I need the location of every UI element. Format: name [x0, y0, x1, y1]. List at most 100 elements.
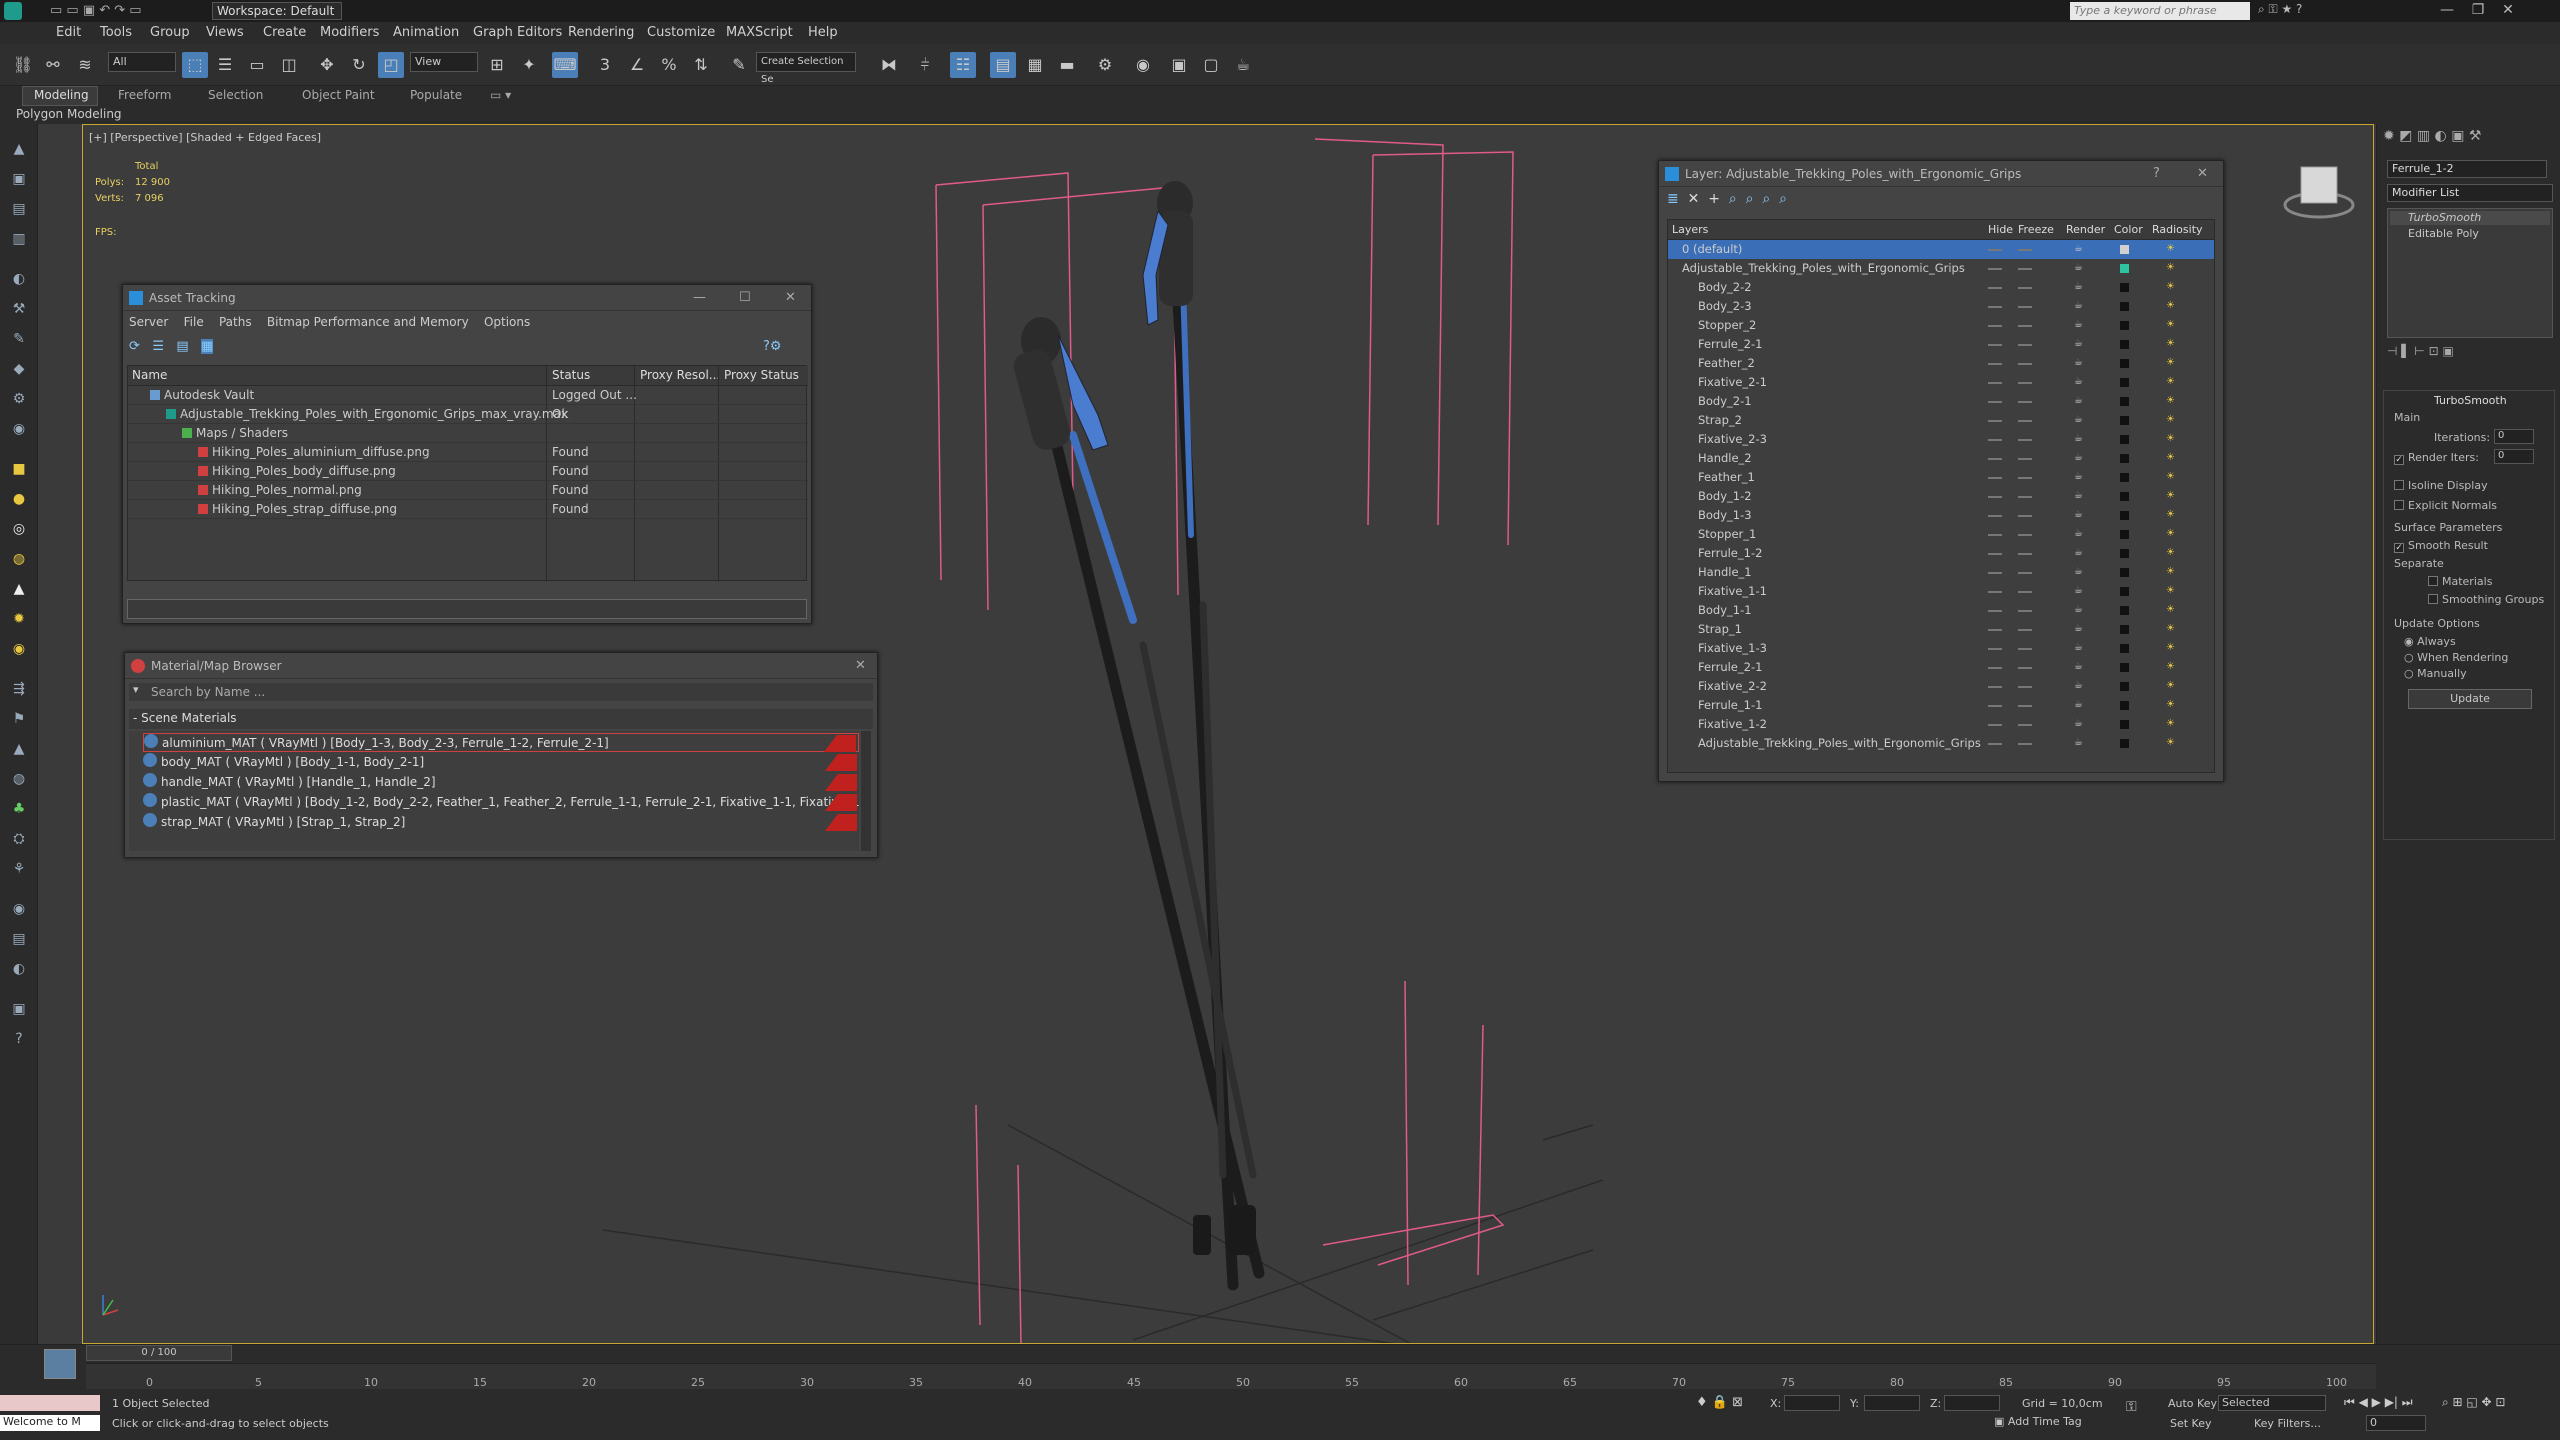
radiosity-icon[interactable]: ☀: [2166, 319, 2178, 331]
named-selection-dropdown[interactable]: Create Selection Se: [756, 52, 856, 85]
render-teapot-icon[interactable]: ☕: [2074, 414, 2086, 426]
smoothing-groups-checkbox[interactable]: Smoothing Groups: [2428, 593, 2544, 606]
menu-tools[interactable]: Tools: [100, 25, 132, 40]
align-icon[interactable]: ⫩: [912, 52, 938, 78]
render-teapot-icon[interactable]: ☕: [2074, 699, 2086, 711]
viewport-label[interactable]: [+] [Perspective] [Shaded + Edged Faces]: [89, 131, 321, 144]
toggle-dash[interactable]: [2018, 686, 2032, 688]
layer-row[interactable]: Handle_2 ☕ ☀: [1668, 449, 2214, 468]
col-layers[interactable]: Layers: [1672, 223, 1709, 236]
layer-color-swatch[interactable]: [2120, 264, 2129, 273]
menu-rendering[interactable]: Rendering: [568, 25, 634, 40]
tool-7-icon[interactable]: ▲: [8, 738, 30, 760]
display-icon[interactable]: ◐: [8, 268, 30, 290]
radiosity-icon[interactable]: ☀: [2166, 604, 2178, 616]
scene-explorer-icon[interactable]: ☷: [950, 52, 976, 78]
toggle-dash[interactable]: [1988, 534, 2002, 536]
render-teapot-icon[interactable]: ☕: [2074, 376, 2086, 388]
toggle-dash[interactable]: [2018, 553, 2032, 555]
menu-server[interactable]: Server: [129, 315, 168, 329]
x-coordinate-field[interactable]: [1784, 1395, 1840, 1411]
tool-10-icon[interactable]: ⛭: [8, 828, 30, 850]
key-mode-dropdown[interactable]: Selected: [2218, 1395, 2326, 1411]
radiosity-icon[interactable]: ☀: [2166, 262, 2178, 274]
toggle-dash[interactable]: [1988, 382, 2002, 384]
help-icons[interactable]: ?⚙: [763, 339, 782, 354]
toggle-dash[interactable]: [2018, 439, 2032, 441]
auto-key-button[interactable]: Auto Key: [2168, 1397, 2217, 1410]
mini-curve-editor-button[interactable]: [44, 1349, 76, 1379]
layer-explorer-icon[interactable]: ▤: [990, 52, 1016, 78]
unlink-icon[interactable]: ⚯: [40, 52, 66, 78]
render-teapot-icon[interactable]: ☕: [2074, 433, 2086, 445]
layer-color-swatch[interactable]: [2120, 245, 2129, 254]
window-crossing-icon[interactable]: ◫: [276, 52, 302, 78]
layer-color-swatch[interactable]: [2120, 720, 2129, 729]
toggle-dash[interactable]: [2018, 420, 2032, 422]
render-teapot-icon[interactable]: ☕: [2074, 262, 2086, 274]
radiosity-icon[interactable]: ☀: [2166, 433, 2178, 445]
render-teapot-icon[interactable]: ☕: [2074, 604, 2086, 616]
playback-controls[interactable]: ⏮ ◀ ▶ ▶| ⏭: [2344, 1395, 2413, 1410]
toggle-dash[interactable]: [1988, 705, 2002, 707]
layer-color-swatch[interactable]: [2120, 397, 2129, 406]
render-teapot-icon[interactable]: ☕: [2074, 300, 2086, 312]
tab-object-paint[interactable]: Object Paint: [302, 88, 375, 102]
toggle-dash[interactable]: [2018, 705, 2032, 707]
asset-tracking-titlebar[interactable]: Asset Tracking — ☐ ✕: [123, 285, 811, 311]
tool-6-icon[interactable]: ⚑: [8, 708, 30, 730]
layer-row[interactable]: Fixative_1-2 ☕ ☀: [1668, 715, 2214, 734]
layer-row[interactable]: Ferrule_2-1 ☕ ☀: [1668, 658, 2214, 677]
layer-color-swatch[interactable]: [2120, 340, 2129, 349]
table-row[interactable]: Autodesk Vault Logged Out ...: [128, 386, 808, 405]
layer-color-swatch[interactable]: [2120, 511, 2129, 520]
tool-9-icon[interactable]: ♣: [8, 798, 30, 820]
toggle-dash[interactable]: [2018, 268, 2032, 270]
layer-color-swatch[interactable]: [2120, 568, 2129, 577]
render-teapot-icon[interactable]: ☕: [2074, 338, 2086, 350]
list-item[interactable]: plastic_MAT ( VRayMtl ) [Body_1-2, Body_…: [143, 793, 859, 812]
radiosity-icon[interactable]: ☀: [2166, 699, 2178, 711]
edit-named-selection-icon[interactable]: ✎: [726, 52, 752, 78]
toggle-dash[interactable]: [2018, 629, 2032, 631]
layer-tool-4-icon[interactable]: ⌕: [1762, 191, 1770, 207]
layer-color-swatch[interactable]: [2120, 663, 2129, 672]
layer-row[interactable]: Strap_1 ☕ ☀: [1668, 620, 2214, 639]
track-bar[interactable]: 0 5 10 15 20 25 30 35 40 45 50 55 60 65 70 75 80 85 90 95 10…: [86, 1363, 2376, 1389]
time-slider[interactable]: 0 / 100: [86, 1345, 232, 1361]
spinner-snap-icon[interactable]: ⇅: [688, 52, 714, 78]
torus-icon[interactable]: ◍: [8, 548, 30, 570]
toggle-dash[interactable]: [1988, 401, 2002, 403]
layer-color-swatch[interactable]: [2120, 625, 2129, 634]
menu-animation[interactable]: Animation: [393, 25, 459, 40]
toggle-dash[interactable]: [2018, 401, 2032, 403]
radiosity-icon[interactable]: ☀: [2166, 281, 2178, 293]
light-icon[interactable]: ✹: [8, 608, 30, 630]
render-teapot-icon[interactable]: ☕: [2074, 566, 2086, 578]
key-filters-button[interactable]: Key Filters...: [2254, 1417, 2321, 1430]
toggle-dash[interactable]: [1988, 306, 2002, 308]
toggle-dash[interactable]: [1988, 610, 2002, 612]
layer-row[interactable]: Body_2-2 ☕ ☀: [1668, 278, 2214, 297]
layer-row[interactable]: Body_1-3 ☕ ☀: [1668, 506, 2214, 525]
layer-color-swatch[interactable]: [2120, 644, 2129, 653]
render-setup-icon[interactable]: ▣: [1166, 52, 1192, 78]
layer-tool-icon[interactable]: ≣: [1667, 191, 1679, 207]
layer-row[interactable]: Feather_2 ☕ ☀: [1668, 354, 2214, 373]
render-teapot-icon[interactable]: ☕: [2074, 471, 2086, 483]
menu-modifiers[interactable]: Modifiers: [320, 25, 379, 40]
toggle-dash[interactable]: [1988, 268, 2002, 270]
list-item[interactable]: aluminium_MAT ( VRayMtl ) [Body_1-3, Bod…: [143, 733, 859, 752]
layer-color-swatch[interactable]: [2120, 701, 2129, 710]
curve-editor-icon[interactable]: ▬: [1054, 52, 1080, 78]
layer-row[interactable]: Fixative_1-1 ☕ ☀: [1668, 582, 2214, 601]
layer-color-swatch[interactable]: [2120, 473, 2129, 482]
render-teapot-icon[interactable]: ☕: [2074, 490, 2086, 502]
menu-edit[interactable]: Edit: [56, 25, 81, 40]
toggle-dash[interactable]: [1988, 344, 2002, 346]
layer-color-swatch[interactable]: [2120, 454, 2129, 463]
render-teapot-icon[interactable]: ☕: [2074, 357, 2086, 369]
manually-radio[interactable]: ○ Manually: [2404, 667, 2467, 680]
asset-path-field[interactable]: [127, 599, 807, 619]
toggle-dash[interactable]: [2018, 458, 2032, 460]
